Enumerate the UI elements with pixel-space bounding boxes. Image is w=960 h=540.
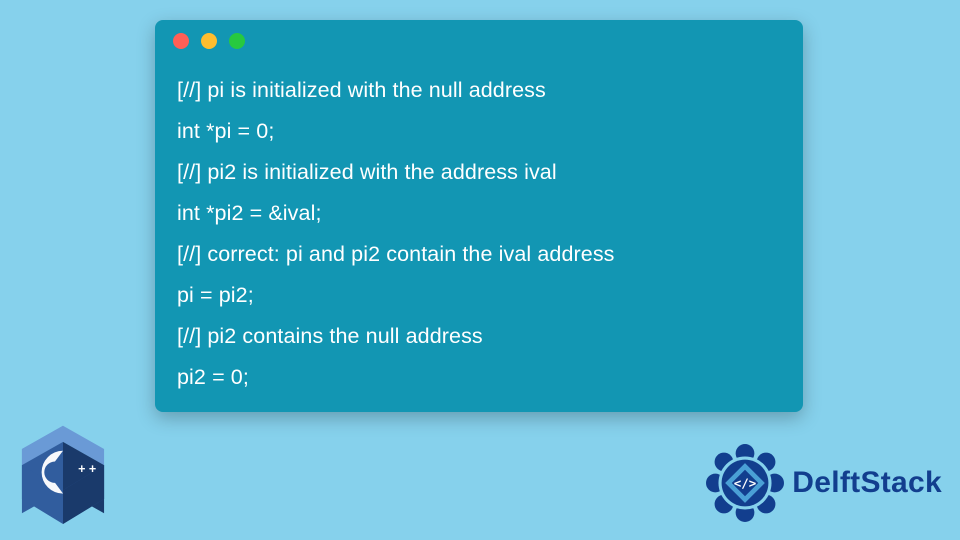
page-background: [//] pi is initialized with the null add… <box>0 0 960 540</box>
zoom-icon[interactable] <box>229 33 245 49</box>
window-titlebar <box>155 20 803 62</box>
delftstack-logo: </> DelftStack <box>706 444 942 522</box>
code-line: [//] pi2 contains the null address <box>177 316 781 357</box>
svg-text:</>: </> <box>734 476 757 491</box>
code-body: [//] pi is initialized with the null add… <box>155 62 803 398</box>
delftstack-text: DelftStack <box>792 466 942 500</box>
svg-text:+: + <box>89 462 96 476</box>
delftstack-icon: </> <box>706 444 784 522</box>
code-line: [//] pi2 is initialized with the address… <box>177 152 781 193</box>
code-line: int *pi2 = &ival; <box>177 193 781 234</box>
code-window: [//] pi is initialized with the null add… <box>155 20 803 412</box>
code-line: [//] pi is initialized with the null add… <box>177 70 781 111</box>
code-line: pi2 = 0; <box>177 357 781 398</box>
cpp-logo-icon: + + <box>18 424 108 524</box>
code-line: pi = pi2; <box>177 275 781 316</box>
code-line: [//] correct: pi and pi2 contain the iva… <box>177 234 781 275</box>
code-line: int *pi = 0; <box>177 111 781 152</box>
minimize-icon[interactable] <box>201 33 217 49</box>
svg-text:+: + <box>78 462 85 476</box>
close-icon[interactable] <box>173 33 189 49</box>
